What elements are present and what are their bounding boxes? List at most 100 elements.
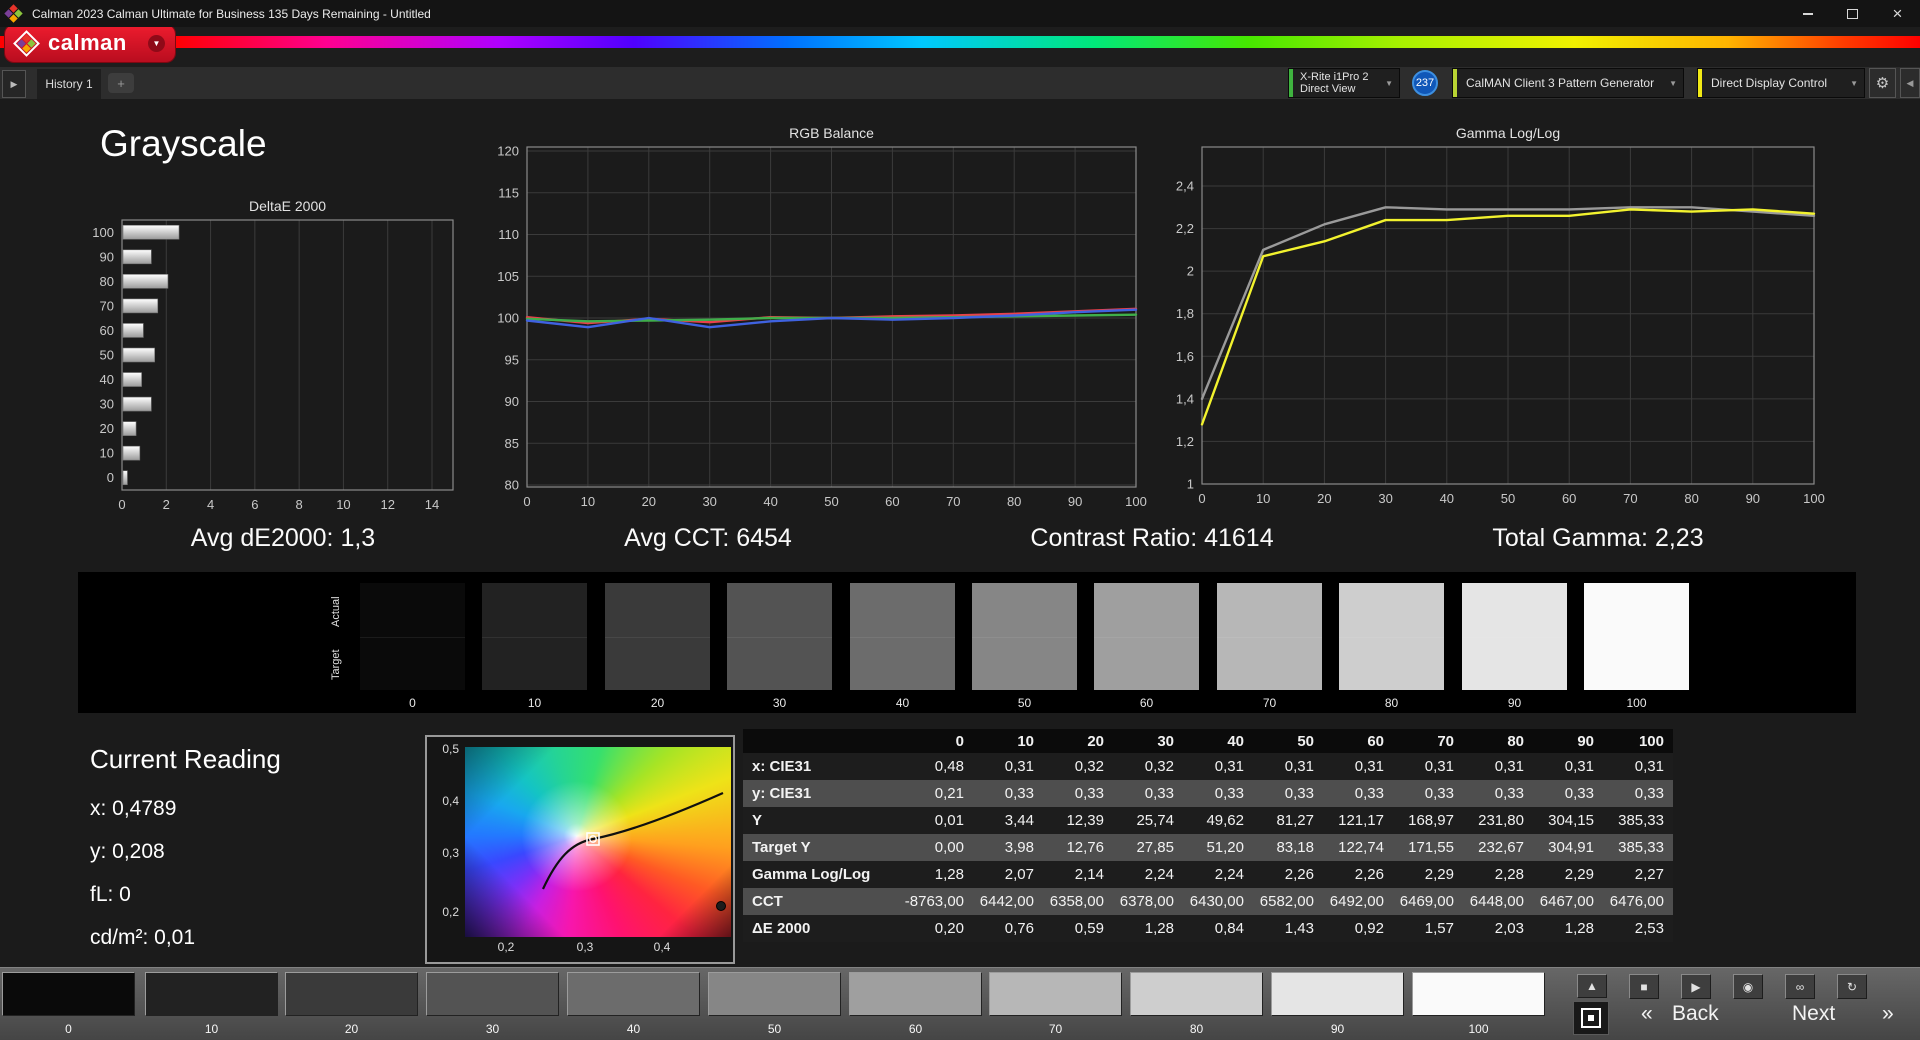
cell: 49,62 <box>1183 807 1253 834</box>
col-header: 80 <box>1463 729 1533 753</box>
svg-text:85: 85 <box>505 436 519 451</box>
cell: 1,57 <box>1393 915 1463 942</box>
window-layout-button[interactable] <box>1573 1001 1609 1035</box>
add-tab-button[interactable]: + <box>108 73 134 93</box>
record-icon: ◉ <box>1743 980 1753 994</box>
collapse-button[interactable]: ▲ <box>1577 974 1607 998</box>
reading-x: x: 0,4789 <box>90 797 176 821</box>
swatch-30 <box>727 583 832 690</box>
svg-text:1: 1 <box>1187 477 1194 492</box>
logo-row: calman ▼ <box>0 27 1920 67</box>
pattern-patch-90[interactable] <box>1271 972 1404 1016</box>
record-button[interactable]: ◉ <box>1733 974 1763 999</box>
svg-text:30: 30 <box>1378 491 1392 506</box>
svg-text:90: 90 <box>505 394 519 409</box>
cell: 2,03 <box>1463 915 1533 942</box>
cell: 0,01 <box>903 807 973 834</box>
swatch-70 <box>1217 583 1322 690</box>
pattern-patch-10[interactable] <box>145 972 278 1016</box>
overflow-button[interactable]: ◀ <box>1900 68 1920 98</box>
pattern-patch-30[interactable] <box>426 972 559 1016</box>
cell: 0,31 <box>1463 753 1533 780</box>
cell: 0,92 <box>1323 915 1393 942</box>
refresh-button[interactable]: ↻ <box>1837 974 1867 999</box>
svg-text:0: 0 <box>523 494 530 509</box>
patch-label: 30 <box>426 1022 559 1036</box>
meter-dropdown[interactable]: X-Rite i1Pro 2 Direct View ▼ <box>1288 68 1400 98</box>
meter-mode: Direct View <box>1300 83 1368 95</box>
row-label: y: CIE31 <box>743 780 903 807</box>
pattern-patch-0[interactable] <box>2 972 135 1016</box>
cell: 0,33 <box>1463 780 1533 807</box>
svg-text:30: 30 <box>702 494 716 509</box>
pattern-patch-50[interactable] <box>708 972 841 1016</box>
grayscale-data-table: 0102030405060708090100x: CIE310,480,310,… <box>743 729 1673 942</box>
cie-x-tick: 0,4 <box>640 940 684 954</box>
cell: 121,17 <box>1323 807 1393 834</box>
table-row: Y0,013,4412,3925,7449,6281,27121,17168,9… <box>743 807 1673 834</box>
actual-axis-label: Actual <box>330 585 342 638</box>
cell: 6469,00 <box>1393 888 1463 915</box>
close-button[interactable]: × <box>1875 0 1920 27</box>
display-control-name: Direct Display Control <box>1702 76 1827 90</box>
pattern-patch-20[interactable] <box>285 972 418 1016</box>
svg-text:60: 60 <box>100 323 114 338</box>
layout-icon <box>1581 1008 1601 1028</box>
svg-text:40: 40 <box>100 372 114 387</box>
cie-y-tick: 0,3 <box>429 846 459 860</box>
rgb-balance-chart: RGB Balance01020304050607080901008085909… <box>480 122 1180 527</box>
tab-history-1[interactable]: History 1 <box>37 69 101 99</box>
current-reading-title: Current Reading <box>90 744 281 775</box>
cell: 0,76 <box>973 915 1043 942</box>
patch-label: 80 <box>1130 1022 1263 1036</box>
cell: 81,27 <box>1253 807 1323 834</box>
svg-text:80: 80 <box>100 274 114 289</box>
svg-text:2,4: 2,4 <box>1176 179 1194 194</box>
svg-text:40: 40 <box>763 494 777 509</box>
cell: 0,21 <box>903 780 973 807</box>
row-label: CCT <box>743 888 903 915</box>
cell: 51,20 <box>1183 834 1253 861</box>
corner-cell <box>743 729 903 753</box>
swatch-level-label: 80 <box>1339 696 1444 710</box>
col-header: 100 <box>1603 729 1673 753</box>
settings-button[interactable]: ⚙ <box>1869 68 1896 98</box>
stat-1: Avg CCT: 6454 <box>624 524 792 553</box>
pattern-patch-70[interactable] <box>989 972 1122 1016</box>
cell: 2,26 <box>1253 861 1323 888</box>
bar-60 <box>123 323 143 337</box>
patch-label: 90 <box>1271 1022 1404 1036</box>
bar-20 <box>123 422 136 436</box>
play-button[interactable]: ▶ <box>1681 974 1711 999</box>
pattern-patch-40[interactable] <box>567 972 700 1016</box>
pattern-patch-60[interactable] <box>849 972 982 1016</box>
svg-text:Gamma Log/Log: Gamma Log/Log <box>1456 125 1560 141</box>
back-chevron-icon[interactable]: « <box>1641 1002 1653 1026</box>
next-button[interactable]: Next <box>1792 1002 1835 1026</box>
cell: -8763,00 <box>903 888 973 915</box>
loop-button[interactable]: ∞ <box>1785 974 1815 999</box>
maximize-button[interactable] <box>1830 0 1875 27</box>
cell: 0,20 <box>903 915 973 942</box>
calman-menu-button[interactable]: calman ▼ <box>5 25 175 62</box>
svg-text:1,6: 1,6 <box>1176 349 1194 364</box>
display-control-dropdown[interactable]: Direct Display Control ▼ <box>1697 68 1865 98</box>
minimize-button[interactable] <box>1785 0 1830 27</box>
next-chevron-icon[interactable]: » <box>1882 1002 1894 1026</box>
row-label: x: CIE31 <box>743 753 903 780</box>
stat-2: Contrast Ratio: 41614 <box>1030 524 1273 553</box>
back-button[interactable]: Back <box>1672 1002 1719 1026</box>
meter-profile-badge[interactable]: 237 <box>1412 70 1438 96</box>
cell: 6448,00 <box>1463 888 1533 915</box>
pattern-patch-100[interactable] <box>1412 972 1545 1016</box>
tab-scroll-button[interactable]: ▶ <box>2 70 26 98</box>
svg-text:DeltaE 2000: DeltaE 2000 <box>249 198 326 214</box>
cell: 83,18 <box>1253 834 1323 861</box>
cell: 0,33 <box>1533 780 1603 807</box>
cell: 0,33 <box>1323 780 1393 807</box>
pattern-generator-dropdown[interactable]: CalMAN Client 3 Pattern Generator ▼ <box>1452 68 1684 98</box>
pattern-patch-80[interactable] <box>1130 972 1263 1016</box>
cie-chart: 0,50,40,30,20,20,30,4 <box>425 735 735 964</box>
col-header: 70 <box>1393 729 1463 753</box>
stop-button[interactable]: ■ <box>1629 974 1659 999</box>
